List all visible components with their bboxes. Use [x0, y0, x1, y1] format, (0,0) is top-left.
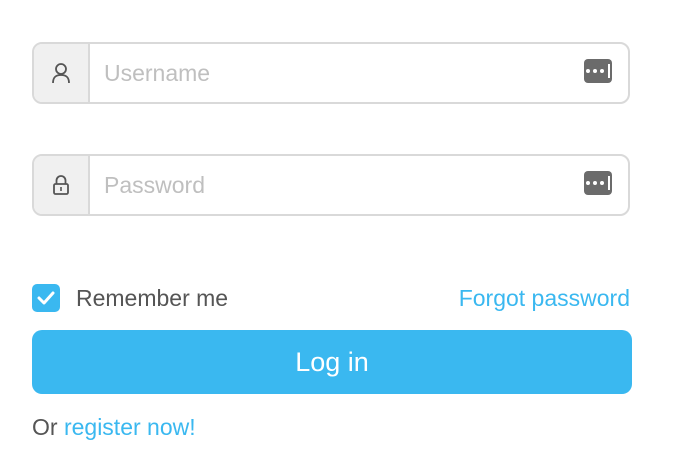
- username-input[interactable]: [90, 44, 628, 102]
- remember-checkbox-box[interactable]: [32, 284, 60, 312]
- password-manager-icon[interactable]: [584, 59, 612, 83]
- checkmark-icon: [37, 291, 55, 305]
- remember-me-label: Remember me: [76, 284, 229, 311]
- login-button[interactable]: Log in: [32, 330, 632, 394]
- register-prefix: Or: [32, 414, 64, 440]
- register-link[interactable]: register now!: [64, 414, 196, 440]
- user-icon: [52, 63, 70, 84]
- password-input[interactable]: [90, 156, 628, 214]
- username-input-group: [32, 42, 630, 104]
- lock-icon: [53, 175, 69, 195]
- forgot-password-link[interactable]: Forgot password: [459, 284, 630, 312]
- password-manager-icon[interactable]: [584, 171, 612, 195]
- remember-me-checkbox[interactable]: Remember me: [32, 284, 228, 312]
- username-addon: [34, 44, 90, 102]
- password-addon: [34, 156, 90, 214]
- register-line: Or register now!: [32, 414, 196, 441]
- password-input-group: [32, 154, 630, 216]
